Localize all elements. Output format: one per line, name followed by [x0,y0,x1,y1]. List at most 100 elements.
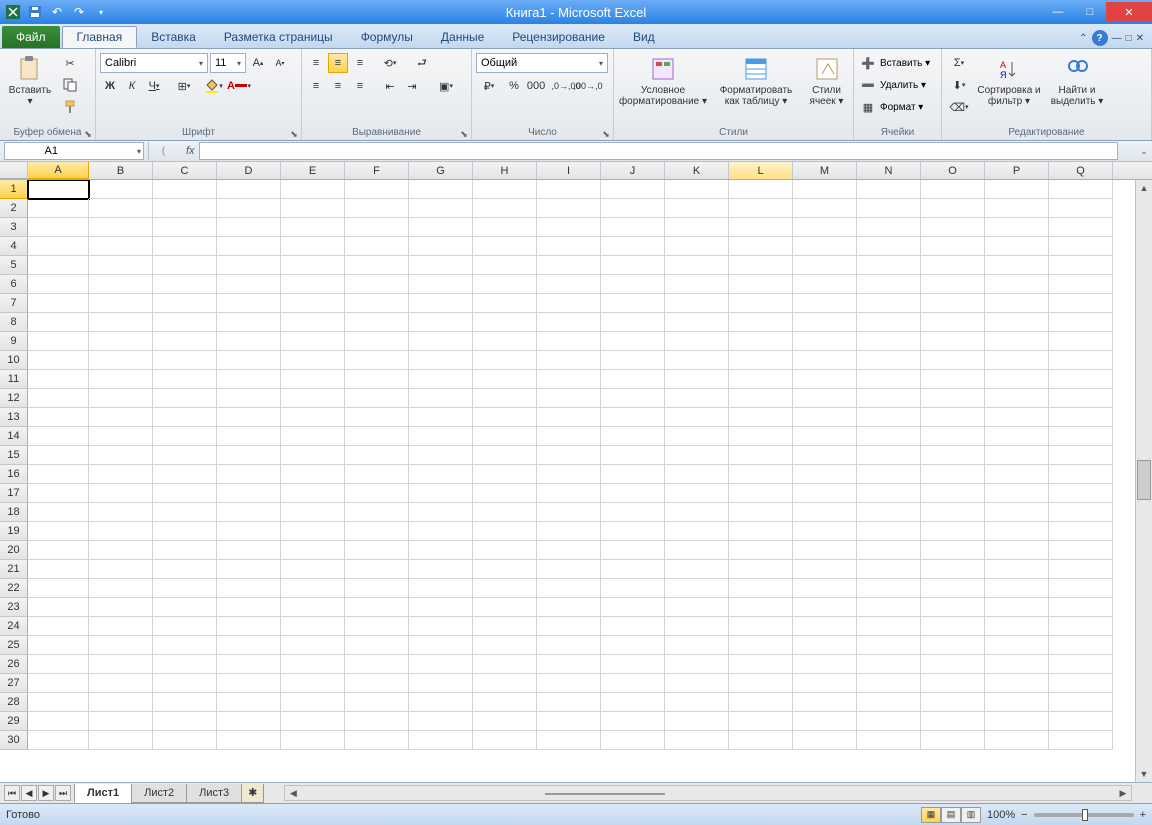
cell[interactable] [153,712,217,731]
cell[interactable] [857,484,921,503]
row-header[interactable]: 6 [0,275,28,294]
cell[interactable] [281,408,345,427]
cell[interactable] [537,218,601,237]
cell[interactable] [793,579,857,598]
row-header[interactable]: 18 [0,503,28,522]
cell[interactable] [729,256,793,275]
cell[interactable] [793,484,857,503]
cell[interactable] [537,237,601,256]
row-header[interactable]: 9 [0,332,28,351]
cell[interactable] [345,351,409,370]
cell[interactable] [345,712,409,731]
cell[interactable] [217,427,281,446]
cell[interactable] [28,313,89,332]
cell[interactable] [537,256,601,275]
cell[interactable] [89,427,153,446]
cell[interactable] [473,389,537,408]
cell[interactable] [921,560,985,579]
column-header[interactable]: M [793,162,857,179]
cell[interactable] [857,655,921,674]
cell[interactable] [281,503,345,522]
cell[interactable] [473,560,537,579]
cell[interactable] [537,731,601,750]
cell[interactable] [345,579,409,598]
row-header[interactable]: 25 [0,636,28,655]
cell[interactable] [217,636,281,655]
zoom-out-icon[interactable]: − [1021,809,1027,821]
cell[interactable] [473,237,537,256]
cell[interactable] [665,541,729,560]
cell[interactable] [281,674,345,693]
cell[interactable] [345,446,409,465]
underline-button[interactable]: Ч ▾ [144,76,164,96]
cell[interactable] [473,275,537,294]
clear-icon[interactable]: ⌫▾ [946,97,972,117]
align-top-icon[interactable]: ≡ [306,53,326,73]
cell[interactable] [601,237,665,256]
cell[interactable] [89,332,153,351]
cell[interactable] [28,389,89,408]
app-restore-icon[interactable]: □ [1126,33,1132,44]
cell[interactable] [281,636,345,655]
cell[interactable] [1049,313,1113,332]
delete-cells-button[interactable]: ➖Удалить ▾ [858,75,930,95]
cell[interactable] [665,313,729,332]
cut-icon[interactable]: ✂ [60,53,80,73]
cell[interactable] [281,275,345,294]
cell[interactable] [537,693,601,712]
cell[interactable] [345,655,409,674]
cell[interactable] [665,598,729,617]
cell[interactable] [217,294,281,313]
cell[interactable] [217,313,281,332]
cell[interactable] [537,180,601,199]
ribbon-tab[interactable]: Рецензирование [498,26,619,48]
cell[interactable] [537,199,601,218]
last-sheet-icon[interactable]: ⏭ [55,785,71,801]
cell[interactable] [793,313,857,332]
sheet-tab[interactable]: Лист2 [131,784,187,803]
cell[interactable] [601,408,665,427]
select-all-corner[interactable] [0,162,28,179]
cell[interactable] [793,655,857,674]
cell[interactable] [985,427,1049,446]
cell[interactable] [409,275,473,294]
cell[interactable] [601,503,665,522]
cell[interactable] [793,180,857,199]
column-header[interactable]: A [28,162,89,179]
cell[interactable] [409,199,473,218]
cell[interactable] [857,370,921,389]
cell[interactable] [793,693,857,712]
cell[interactable] [537,294,601,313]
cell[interactable] [89,598,153,617]
cell[interactable] [1049,275,1113,294]
cell[interactable] [601,541,665,560]
cell[interactable] [665,484,729,503]
cell[interactable] [345,275,409,294]
column-header[interactable]: O [921,162,985,179]
cell[interactable] [409,674,473,693]
cell[interactable] [89,180,153,199]
cell[interactable] [409,218,473,237]
cell[interactable] [409,503,473,522]
cell[interactable] [537,351,601,370]
cell[interactable] [921,674,985,693]
cell[interactable] [665,636,729,655]
cell[interactable] [793,731,857,750]
cell[interactable] [153,484,217,503]
cell[interactable] [921,655,985,674]
cell[interactable] [729,579,793,598]
cell[interactable] [793,389,857,408]
cell[interactable] [665,408,729,427]
cell[interactable] [281,446,345,465]
cell[interactable] [665,674,729,693]
normal-view-icon[interactable]: ▦ [921,807,941,823]
cell[interactable] [153,446,217,465]
cell[interactable] [217,275,281,294]
cell[interactable] [153,674,217,693]
cell[interactable] [537,522,601,541]
cell[interactable] [473,370,537,389]
dialog-launcher-icon[interactable]: ⬊ [459,129,469,139]
cell[interactable] [409,237,473,256]
cell[interactable] [473,427,537,446]
cell[interactable] [281,560,345,579]
